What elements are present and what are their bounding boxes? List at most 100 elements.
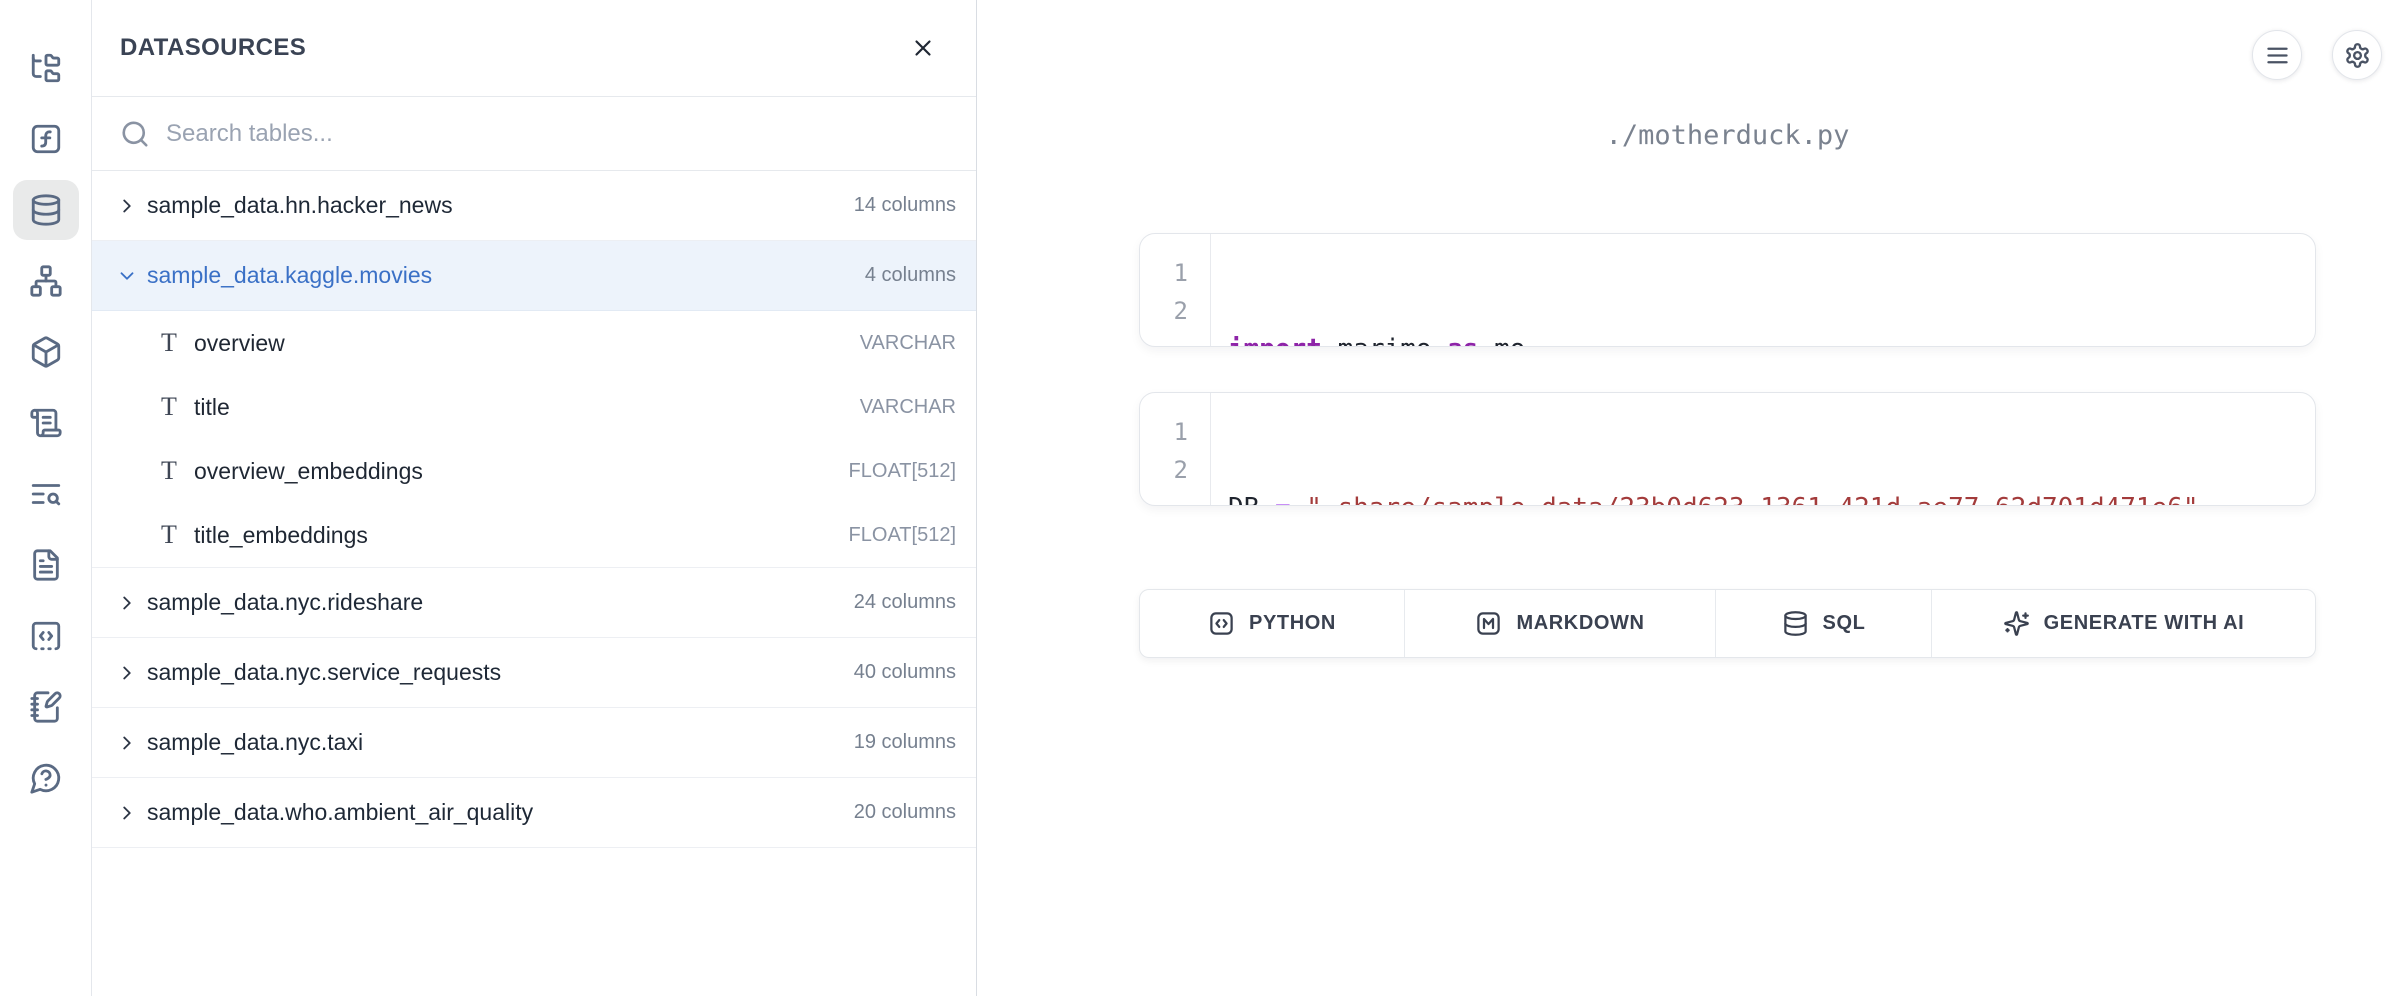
chevron-right-icon: [116, 662, 138, 684]
chevron-right-icon: [116, 802, 138, 824]
chevron-down-icon: [116, 265, 138, 287]
code-cell: 1 2 import marimo as mo import duckdb: [1139, 233, 2316, 347]
table-name: sample_data.kaggle.movies: [147, 262, 856, 289]
line-numbers: 1 2: [1140, 393, 1211, 505]
sparkles-icon: [2003, 610, 2030, 637]
table-search-bar: [92, 97, 976, 171]
sidebar-item-outline[interactable]: [13, 464, 79, 524]
notebook-pen-icon: [29, 690, 63, 724]
notebook-menu-button[interactable]: [2252, 30, 2302, 80]
code-token: "_share/sample_data/23b0d623-1361-421d-a…: [1306, 493, 2198, 506]
dependency-graph-icon: [29, 264, 63, 298]
database-icon: [1782, 610, 1809, 637]
code-token: mo: [1478, 334, 1525, 347]
sidebar-item-chat-help[interactable]: [13, 748, 79, 808]
table-row[interactable]: sample_data.who.ambient_air_quality 20 c…: [92, 778, 976, 848]
line-number: 1: [1140, 413, 1188, 451]
sidebar-item-snippets[interactable]: [13, 606, 79, 666]
column-row[interactable]: T overview VARCHAR: [92, 311, 976, 375]
table-columns-group: T overview VARCHAR T title VARCHAR T ove…: [92, 311, 976, 568]
line-number: 1: [1140, 254, 1188, 292]
table-name: sample_data.nyc.service_requests: [147, 659, 845, 686]
function-square-icon: [29, 122, 63, 156]
notebook-topbar: [2252, 30, 2382, 80]
add-cell-bar: PYTHON MARKDOWN SQL GENERATE WITH AI: [1139, 589, 2316, 658]
generate-with-ai-label: GENERATE WITH AI: [2044, 612, 2245, 635]
datasources-panel: DATASOURCES sample_data.hn.hacker_news 1…: [92, 0, 977, 996]
text-search-icon: [29, 477, 63, 511]
search-input[interactable]: [166, 120, 956, 148]
add-sql-label: SQL: [1823, 612, 1866, 635]
sidebar-item-dependencies[interactable]: [13, 251, 79, 311]
code-line: import marimo as mo: [1228, 330, 2315, 347]
add-markdown-cell-button[interactable]: MARKDOWN: [1405, 590, 1716, 657]
column-name: title: [194, 394, 846, 421]
panel-title: DATASOURCES: [120, 34, 306, 62]
table-column-count: 40 columns: [854, 661, 956, 684]
notebook-filename[interactable]: ./motherduck.py: [1139, 120, 2316, 151]
datasources-panel-header: DATASOURCES: [92, 0, 976, 97]
column-row[interactable]: T title VARCHAR: [92, 375, 976, 439]
gear-icon: [2344, 42, 2371, 69]
code-line: DB = "_share/sample_data/23b0d623-1361-4…: [1228, 489, 2315, 506]
sidebar-item-scratchpad[interactable]: [13, 677, 79, 737]
code-token: marimo: [1322, 334, 1447, 347]
code-token: as: [1447, 334, 1478, 347]
chevron-right-icon: [116, 195, 138, 217]
table-column-count: 4 columns: [865, 264, 956, 287]
table-name: sample_data.nyc.taxi: [147, 729, 845, 756]
sidebar-item-logs[interactable]: [13, 393, 79, 453]
helper-panel-rail: [0, 0, 92, 996]
table-column-count: 20 columns: [854, 801, 956, 824]
table-name: sample_data.who.ambient_air_quality: [147, 799, 845, 826]
sidebar-item-datasources[interactable]: [13, 180, 79, 240]
code-editor[interactable]: import marimo as mo import duckdb: [1211, 234, 2315, 346]
table-row[interactable]: sample_data.kaggle.movies 4 columns: [92, 241, 976, 311]
line-number: 2: [1140, 451, 1188, 489]
scroll-text-icon: [29, 406, 63, 440]
close-panel-button[interactable]: [906, 31, 940, 65]
column-name: title_embeddings: [194, 522, 835, 549]
column-type: FLOAT[512]: [849, 460, 956, 483]
close-icon: [910, 35, 936, 61]
sidebar-item-packages[interactable]: [13, 322, 79, 382]
table-column-count: 14 columns: [854, 194, 956, 217]
table-row[interactable]: sample_data.nyc.taxi 19 columns: [92, 708, 976, 778]
type-text-icon: T: [158, 394, 180, 420]
code-token: DB: [1228, 493, 1275, 506]
table-row[interactable]: sample_data.nyc.rideshare 24 columns: [92, 568, 976, 638]
tables-list: sample_data.hn.hacker_news 14 columns sa…: [92, 171, 976, 848]
column-row[interactable]: T overview_embeddings FLOAT[512]: [92, 439, 976, 503]
type-text-icon: T: [158, 458, 180, 484]
chevron-right-icon: [116, 732, 138, 754]
search-icon: [120, 119, 150, 149]
add-sql-cell-button[interactable]: SQL: [1716, 590, 1932, 657]
markdown-square-icon: [1475, 610, 1502, 637]
chevron-right-icon: [116, 592, 138, 614]
generate-with-ai-button[interactable]: GENERATE WITH AI: [1932, 590, 2315, 657]
database-icon: [29, 193, 63, 227]
code-cell: 1 2 DB = "_share/sample_data/23b0d623-13…: [1139, 392, 2316, 506]
table-column-count: 19 columns: [854, 731, 956, 754]
table-row[interactable]: sample_data.nyc.service_requests 40 colu…: [92, 638, 976, 708]
table-name: sample_data.hn.hacker_news: [147, 192, 845, 219]
type-text-icon: T: [158, 330, 180, 356]
column-name: overview_embeddings: [194, 458, 835, 485]
code-editor[interactable]: DB = "_share/sample_data/23b0d623-1361-4…: [1211, 393, 2315, 505]
column-type: VARCHAR: [860, 396, 956, 419]
table-column-count: 24 columns: [854, 591, 956, 614]
sidebar-item-documentation[interactable]: [13, 535, 79, 595]
type-text-icon: T: [158, 522, 180, 548]
settings-button[interactable]: [2332, 30, 2382, 80]
menu-icon: [2264, 42, 2291, 69]
sidebar-item-file-explorer[interactable]: [13, 38, 79, 98]
table-row[interactable]: sample_data.hn.hacker_news 14 columns: [92, 171, 976, 241]
sidebar-item-variables[interactable]: [13, 109, 79, 169]
document-icon: [29, 548, 63, 582]
code-token: import: [1228, 334, 1322, 347]
code-square-icon: [29, 619, 63, 653]
column-row[interactable]: T title_embeddings FLOAT[512]: [92, 503, 976, 567]
code-square-icon: [1208, 610, 1235, 637]
file-tree-icon: [29, 51, 63, 85]
add-python-cell-button[interactable]: PYTHON: [1140, 590, 1405, 657]
